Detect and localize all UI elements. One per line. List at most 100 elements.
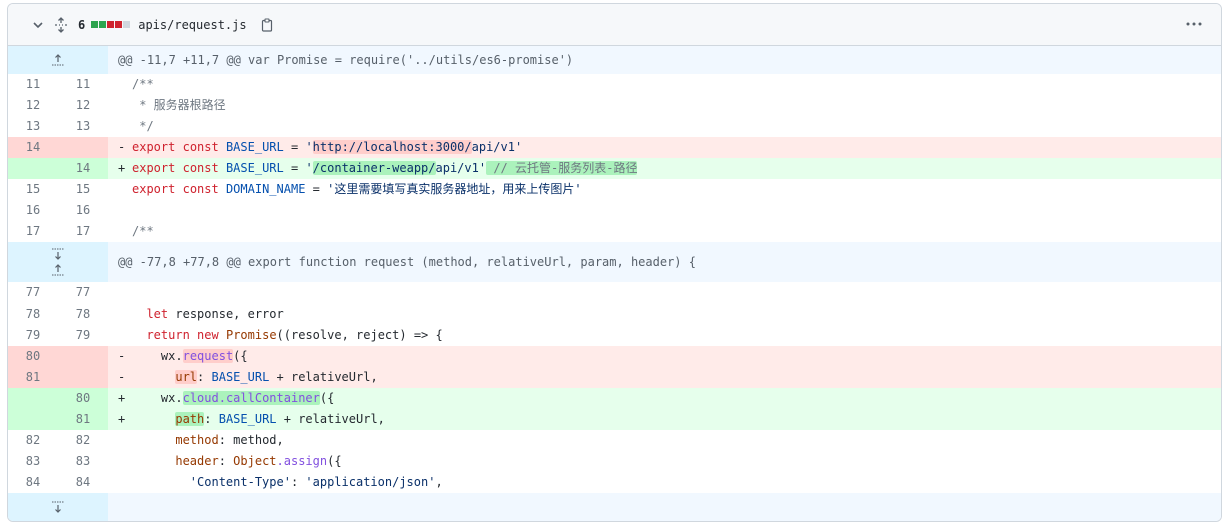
- old-line-number[interactable]: 15: [8, 179, 58, 200]
- code-text: :: [218, 454, 234, 468]
- old-line-number[interactable]: 11: [8, 74, 58, 95]
- new-line-number[interactable]: 14: [58, 158, 108, 179]
- new-line-number: [58, 137, 108, 158]
- diff-line: 79 79 return new Promise((resolve, rejec…: [8, 325, 1221, 346]
- diff-line: 13 13 */: [8, 116, 1221, 137]
- old-line-number[interactable]: 77: [8, 282, 58, 304]
- hunk-text: [108, 493, 1221, 521]
- keyword: return: [146, 328, 190, 342]
- operator: =: [305, 182, 328, 196]
- diff-line: 11 11 /**: [8, 74, 1221, 95]
- expand-gutter: [8, 242, 108, 282]
- expand-all-icon[interactable]: [52, 16, 70, 34]
- new-line-number[interactable]: 13: [58, 116, 108, 137]
- diff-table: @@ -11,7 +11,7 @@ var Promise = require(…: [8, 46, 1221, 521]
- code-line: let response, error: [108, 304, 1221, 325]
- comment-text: */: [132, 119, 154, 133]
- identifier: BASE_URL: [211, 370, 270, 384]
- string-text: '这里需要填写真实服务器地址，用来上传图片': [327, 182, 582, 196]
- new-line-number[interactable]: 83: [58, 451, 108, 472]
- new-line-number[interactable]: 78: [58, 304, 108, 325]
- deleted-line: 14 - export const BASE_URL = 'http://loca…: [8, 137, 1221, 158]
- old-line-number[interactable]: 84: [8, 472, 58, 493]
- code-text: :: [290, 475, 306, 489]
- new-line-number[interactable]: 17: [58, 221, 108, 242]
- keyword: export: [132, 140, 176, 154]
- string-quote: ': [305, 140, 313, 154]
- plus-sign: +: [118, 161, 126, 175]
- old-line-number[interactable]: 83: [8, 451, 58, 472]
- new-line-number[interactable]: 80: [58, 388, 108, 409]
- deleted-line: 80 - wx.request({: [8, 346, 1221, 367]
- keyword: const: [182, 182, 219, 196]
- added-line: 80 + wx.cloud.callContainer({: [8, 388, 1221, 409]
- diff-line: 84 84 'Content-Type': 'application/json'…: [8, 472, 1221, 493]
- old-line-number: [8, 388, 58, 409]
- added-line: 14 + export const BASE_URL = '/container-…: [8, 158, 1221, 179]
- new-line-number[interactable]: 79: [58, 325, 108, 346]
- expand-down-icon[interactable]: [8, 493, 108, 521]
- class-name: Promise: [225, 328, 277, 342]
- code-text: ({: [233, 349, 248, 363]
- code-line: + path: BASE_URL + relativeUrl,: [108, 409, 1221, 430]
- old-line-number[interactable]: 80: [8, 346, 58, 367]
- new-line-number[interactable]: 15: [58, 179, 108, 200]
- new-line-number[interactable]: 11: [58, 74, 108, 95]
- code-line: return new Promise((resolve, reject) => …: [108, 325, 1221, 346]
- diffstat-block: [123, 21, 131, 28]
- code-text: :: [204, 412, 219, 426]
- kebab-menu-icon[interactable]: [1185, 16, 1203, 32]
- added-text: /container-weapp/: [312, 161, 436, 175]
- new-line-number[interactable]: 84: [58, 472, 108, 493]
- old-line-number[interactable]: 12: [8, 95, 58, 116]
- identifier: BASE_URL: [225, 140, 284, 154]
- operator: +: [269, 370, 291, 384]
- old-line-number[interactable]: 17: [8, 221, 58, 242]
- removed-text: http://localhost:3000/: [312, 140, 472, 154]
- code-text: ({: [319, 391, 335, 405]
- removed-text: request: [182, 349, 234, 363]
- old-line-number[interactable]: 78: [8, 304, 58, 325]
- string-text: api/v1: [471, 140, 515, 154]
- file-header: 6 apis/request.js: [8, 4, 1221, 46]
- code-line: /**: [108, 221, 1221, 242]
- old-line-number[interactable]: 13: [8, 116, 58, 137]
- changed-lines-count: 6: [78, 17, 86, 32]
- old-line-number[interactable]: 16: [8, 200, 58, 221]
- identifier: BASE_URL: [225, 161, 284, 175]
- expand-up-icon[interactable]: [51, 263, 65, 277]
- diffstat-bar: [91, 21, 131, 28]
- plus-sign: +: [118, 412, 126, 426]
- code-text: response, error: [168, 307, 284, 321]
- old-line-number[interactable]: 79: [8, 325, 58, 346]
- old-line-number[interactable]: 82: [8, 430, 58, 451]
- code-line: * 服务器根路径: [108, 95, 1221, 116]
- chevron-down-icon[interactable]: [30, 17, 46, 33]
- deleted-line: 81 - url: BASE_URL + relativeUrl,: [8, 367, 1221, 388]
- string-quote: ': [514, 140, 523, 154]
- new-line-number[interactable]: 16: [58, 200, 108, 221]
- operator: =: [283, 140, 306, 154]
- new-line-number[interactable]: 81: [58, 409, 108, 430]
- code-text: relativeUrl,: [298, 412, 385, 426]
- new-line-number[interactable]: 12: [58, 95, 108, 116]
- old-line-number[interactable]: 81: [8, 367, 58, 388]
- new-line-number: [58, 367, 108, 388]
- diff-line: 16 16: [8, 200, 1221, 221]
- added-text: path: [175, 412, 205, 426]
- copy-icon[interactable]: [260, 17, 274, 33]
- old-line-number[interactable]: 14: [8, 137, 58, 158]
- code-line: + export const BASE_URL = '/container-wea…: [108, 158, 1221, 179]
- new-line-number[interactable]: 82: [58, 430, 108, 451]
- file-name[interactable]: apis/request.js: [138, 18, 246, 32]
- expand-up-icon[interactable]: [8, 46, 108, 74]
- minus-sign: -: [118, 140, 126, 154]
- new-line-number[interactable]: 77: [58, 282, 108, 304]
- expand-down-icon[interactable]: [51, 247, 65, 261]
- identifier: DOMAIN_NAME: [225, 182, 306, 196]
- diff-file: 6 apis/request.js @@ -11,7 +11,7 @@ var …: [7, 3, 1222, 522]
- keyword: export: [132, 182, 176, 196]
- string-text: 'application/json': [305, 475, 436, 489]
- new-line-number: [58, 346, 108, 367]
